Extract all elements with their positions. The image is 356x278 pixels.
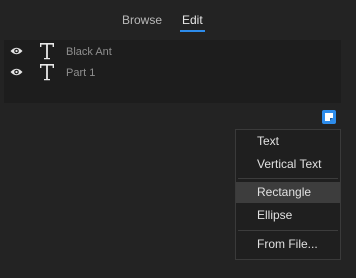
- new-layer-button[interactable]: [322, 110, 336, 124]
- new-layer-menu: Text Vertical Text Rectangle Ellipse Fro…: [235, 129, 341, 260]
- menu-item-rectangle[interactable]: Rectangle: [236, 182, 340, 203]
- menu-item-ellipse[interactable]: Ellipse: [236, 205, 340, 226]
- tab-edit[interactable]: Edit: [180, 13, 205, 32]
- layer-row[interactable]: Black Ant: [4, 42, 341, 62]
- eye-icon[interactable]: [10, 46, 23, 56]
- menu-item-text[interactable]: Text: [236, 131, 340, 152]
- tab-browse[interactable]: Browse: [122, 13, 162, 27]
- tab-edit-label: Edit: [182, 13, 203, 27]
- active-tab-indicator: [180, 30, 205, 32]
- layer-name: Part 1: [66, 67, 96, 79]
- menu-item-from-file[interactable]: From File...: [236, 234, 340, 255]
- tab-bar: Browse Edit: [0, 0, 356, 34]
- text-layer-icon: [40, 64, 54, 81]
- menu-divider: [238, 178, 338, 179]
- new-layer-icon: [325, 113, 333, 121]
- layer-name: Black Ant: [66, 46, 112, 58]
- layer-list: Black Ant Part 1: [4, 40, 341, 103]
- layer-row[interactable]: Part 1: [4, 63, 341, 83]
- text-layer-icon: [40, 43, 54, 60]
- menu-divider: [238, 230, 338, 231]
- eye-icon[interactable]: [10, 67, 23, 77]
- menu-item-vertical-text[interactable]: Vertical Text: [236, 154, 340, 175]
